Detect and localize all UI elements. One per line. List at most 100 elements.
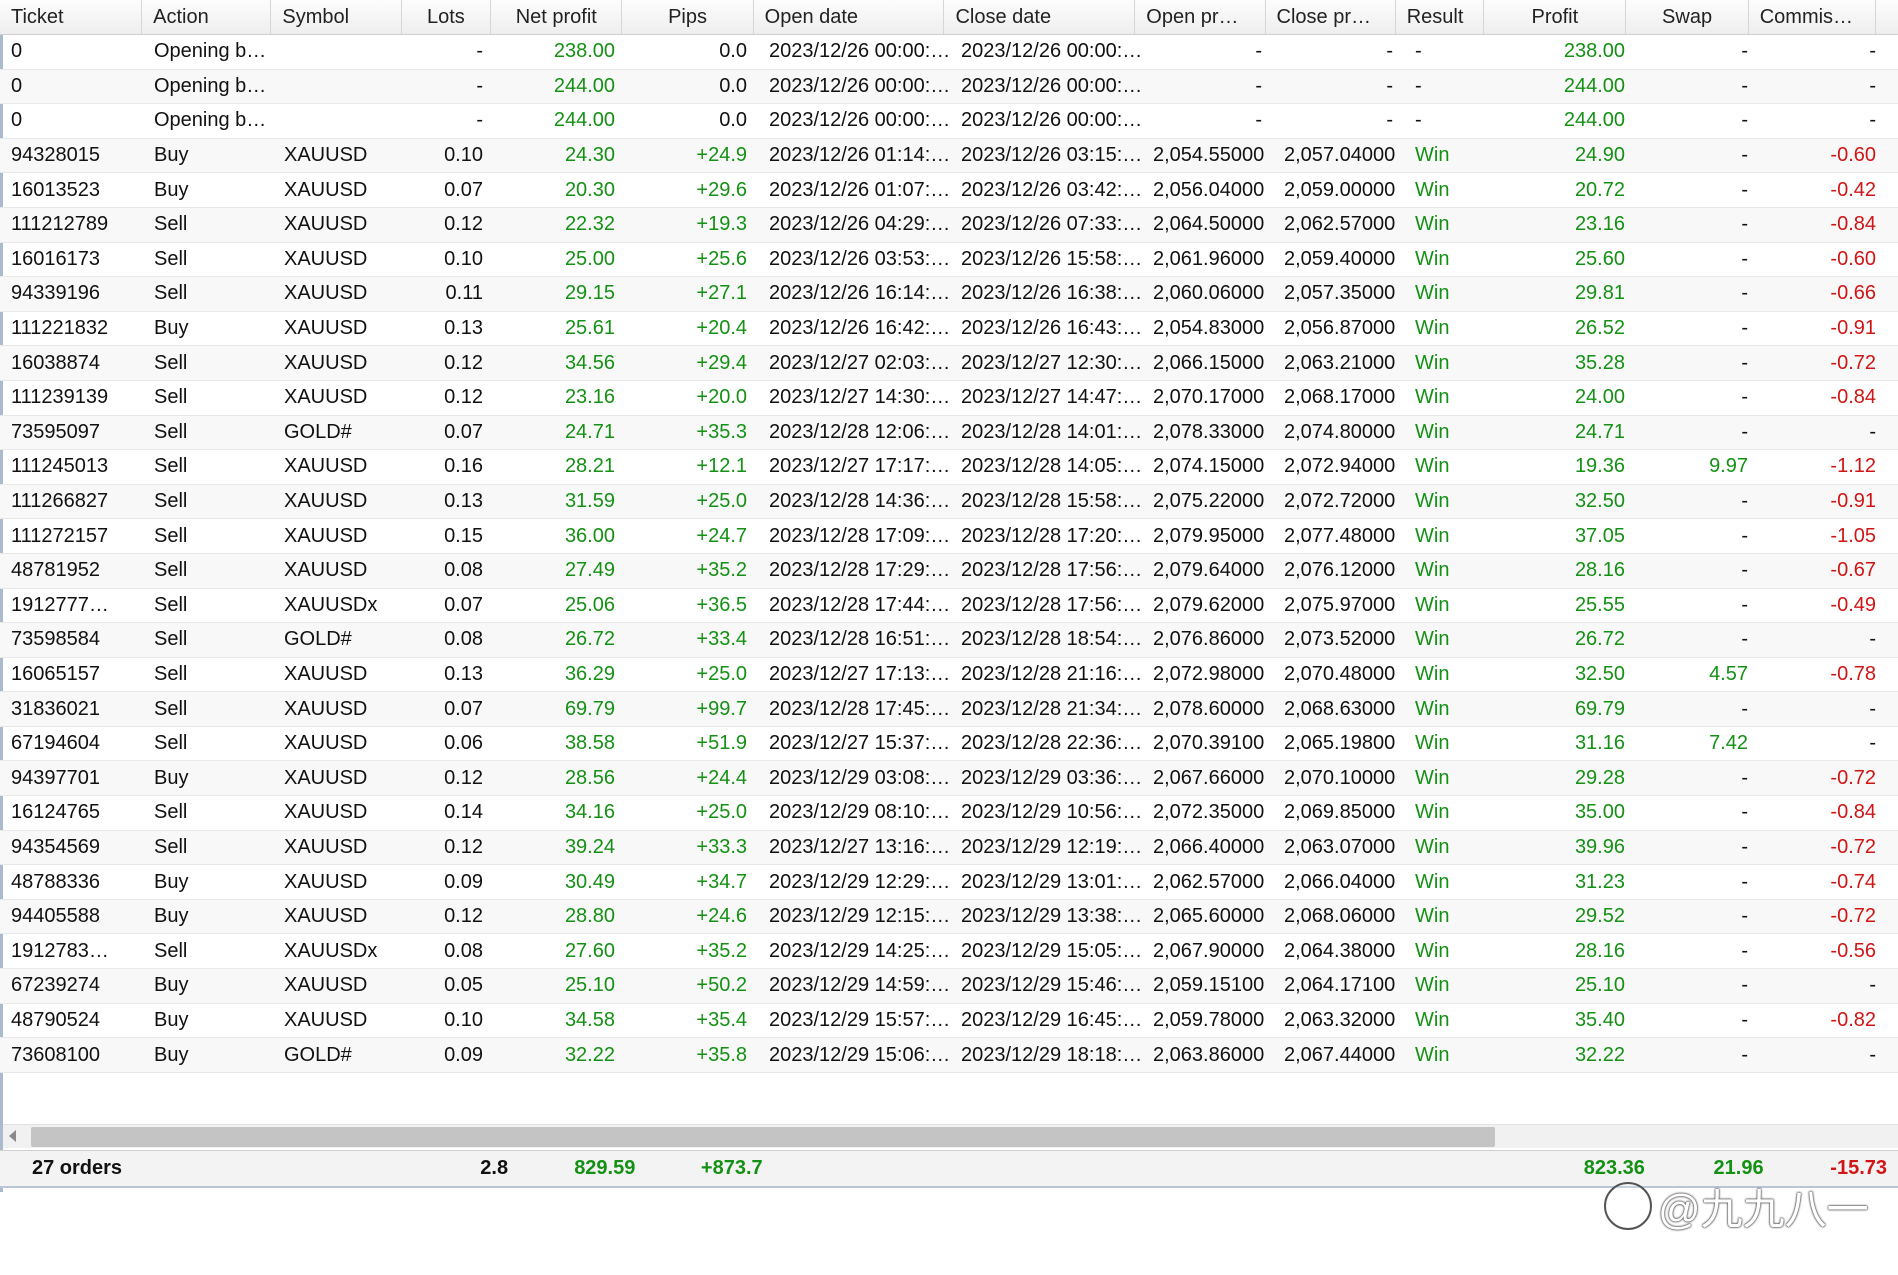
action-cell: Sell <box>154 247 188 270</box>
ticket-cell: 94328015 <box>11 144 100 167</box>
column-header-commission[interactable]: Commis… <box>1749 0 1876 34</box>
swap-cell: - <box>1741 282 1748 305</box>
commission-cell: - <box>1869 628 1876 651</box>
table-row[interactable]: 48781952 Sell XAUUSD 0.08 27.49 +35.2 2023/12/… <box>0 553 1898 589</box>
pips-cell: +33.4 <box>696 628 747 651</box>
table-row[interactable]: 67239274 Buy XAUUSD 0.05 25.10 +50.2 2023/12/2… <box>0 969 1898 1004</box>
table-row[interactable]: 48790524 Buy XAUUSD 0.10 34.58 +35.4 2023/12/2… <box>0 1004 1898 1039</box>
zhihu-logo-icon: 知 <box>1604 1182 1652 1230</box>
swap-cell: - <box>1741 40 1748 63</box>
result-cell: Win <box>1415 317 1450 340</box>
profit-cell: 25.60 <box>1574 247 1625 270</box>
commission-cell: -0.84 <box>1830 801 1876 824</box>
result-cell: Win <box>1415 351 1450 374</box>
ticket-cell: 1912783… <box>11 939 109 962</box>
table-row[interactable]: 111272157 Sell XAUUSD 0.15 36.00 +24.7 2023/12… <box>0 519 1898 554</box>
open-date-cell: 2023/12/29 15:57:… <box>769 1008 950 1031</box>
close-price-cell: 2,074.80000 <box>1284 420 1396 443</box>
close-date-cell: 2023/12/26 16:43:… <box>961 317 1142 340</box>
pips-cell: +50.2 <box>696 974 747 997</box>
symbol-cell: XAUUSD <box>284 317 368 340</box>
column-header-close-date[interactable]: Close date <box>944 0 1136 34</box>
open-price-cell: 2,065.60000 <box>1153 905 1265 928</box>
scroll-left-arrow-icon[interactable] <box>9 1130 16 1142</box>
profit-cell: 238.00 <box>1563 40 1625 63</box>
table-row[interactable]: 73595097 Sell GOLD# 0.07 24.71 +35.3 2023/12/2… <box>0 415 1898 451</box>
table-row[interactable]: 0 Opening b… - 244.00 0.0 2023/12/26 00:00:… 2… <box>0 104 1898 139</box>
column-header-ticket[interactable]: Ticket <box>0 0 143 34</box>
commission-cell: -0.66 <box>1830 282 1876 305</box>
net-profit-cell: 39.24 <box>564 835 615 858</box>
column-header-profit[interactable]: Profit <box>1484 0 1627 34</box>
table-row[interactable]: 1912777… Sell XAUUSDx 0.07 25.06 +36.5 2023/12… <box>0 589 1898 624</box>
commission-cell: -0.72 <box>1830 835 1876 858</box>
action-cell: Buy <box>154 974 189 997</box>
table-row[interactable]: 111239139 Sell XAUUSD 0.12 23.16 +20.0 2023/12… <box>0 381 1898 416</box>
net-profit-cell: 38.58 <box>564 732 615 755</box>
table-row[interactable]: 0 Opening b… - 244.00 0.0 2023/12/26 00:00:… 2… <box>0 69 1898 105</box>
lots-cell: 0.16 <box>444 455 483 478</box>
column-header-lots[interactable]: Lots <box>402 0 492 34</box>
swap-cell: - <box>1741 247 1748 270</box>
table-row[interactable]: 16013523 Buy XAUUSD 0.07 20.30 +29.6 2023/12/2… <box>0 173 1898 208</box>
table-row[interactable]: 111266827 Sell XAUUSD 0.13 31.59 +25.0 2023/12… <box>0 484 1898 520</box>
column-header-pips[interactable]: Pips <box>622 0 754 34</box>
close-date-cell: 2023/12/28 18:54:… <box>961 628 1142 651</box>
table-row[interactable]: 111245013 Sell XAUUSD 0.16 28.21 +12.1 2023/12… <box>0 450 1898 485</box>
symbol-cell: XAUUSD <box>284 386 368 409</box>
action-cell: Buy <box>154 144 189 167</box>
ticket-cell: 0 <box>11 40 23 63</box>
close-date-cell: 2023/12/27 12:30:… <box>961 351 1142 374</box>
table-row[interactable]: 16038874 Sell XAUUSD 0.12 34.56 +29.4 2023/12/… <box>0 346 1898 381</box>
table-row[interactable]: 73608100 Buy GOLD# 0.09 32.22 +35.8 2023/12/29… <box>0 1038 1898 1073</box>
result-cell: - <box>1415 109 1422 132</box>
open-date-cell: 2023/12/29 03:08:… <box>769 766 950 789</box>
close-date-cell: 2023/12/29 15:05:… <box>961 939 1142 962</box>
table-row[interactable]: 94328015 Buy XAUUSD 0.10 24.30 +24.9 2023/12/2… <box>0 138 1898 174</box>
table-row[interactable]: 94405588 Buy XAUUSD 0.12 28.80 +24.6 2023/12/2… <box>0 899 1898 935</box>
open-date-cell: 2023/12/29 12:29:… <box>769 870 950 893</box>
table-row[interactable]: 48788336 Buy XAUUSD 0.09 30.49 +34.7 2023/12/2… <box>0 865 1898 900</box>
table-row[interactable]: 1912783… Sell XAUUSDx 0.08 27.60 +35.2 2023/12… <box>0 934 1898 970</box>
table-row[interactable]: 111221832 Buy XAUUSD 0.13 25.61 +20.4 2023/12/… <box>0 312 1898 347</box>
column-header-result[interactable]: Result <box>1396 0 1485 34</box>
open-price-cell: - <box>1255 74 1262 97</box>
pips-cell: +24.7 <box>696 524 747 547</box>
close-date-cell: 2023/12/26 00:00:… <box>961 40 1142 63</box>
table-row[interactable]: 67194604 Sell XAUUSD 0.06 38.58 +51.9 2023/12/… <box>0 727 1898 762</box>
result-cell: Win <box>1415 247 1450 270</box>
column-header-symbol[interactable]: Symbol <box>271 0 402 34</box>
column-header-swap[interactable]: Swap <box>1626 0 1749 34</box>
table-row[interactable]: 94397701 Buy XAUUSD 0.12 28.56 +24.4 2023/12/2… <box>0 761 1898 797</box>
column-header-close-price[interactable]: Close pr… <box>1266 0 1396 34</box>
column-header-open-date[interactable]: Open date <box>754 0 945 34</box>
lots-cell: - <box>476 109 483 132</box>
column-header-action[interactable]: Action <box>142 0 272 34</box>
close-date-cell: 2023/12/26 15:58:… <box>961 247 1142 270</box>
table-row[interactable]: 16124765 Sell XAUUSD 0.14 34.16 +25.0 2023/12/… <box>0 796 1898 831</box>
open-date-cell: 2023/12/28 12:06:… <box>769 420 950 443</box>
column-header-net-profit[interactable]: Net profit <box>491 0 623 34</box>
scroll-thumb[interactable] <box>31 1127 1495 1147</box>
table-row[interactable]: 111212789 Sell XAUUSD 0.12 22.32 +19.3 2023/12… <box>0 207 1898 243</box>
pips-cell: +34.7 <box>696 870 747 893</box>
close-date-cell: 2023/12/28 17:56:… <box>961 593 1142 616</box>
profit-cell: 244.00 <box>1563 109 1625 132</box>
table-row[interactable]: 0 Opening b… - 238.00 0.0 2023/12/26 00:00:… 2… <box>0 35 1898 70</box>
table-row[interactable]: 94354569 Sell XAUUSD 0.12 39.24 +33.3 2023/12/… <box>0 830 1898 866</box>
table-row[interactable]: 16065157 Sell XAUUSD 0.13 36.29 +25.0 2023/12/… <box>0 658 1898 693</box>
table-row[interactable]: 16016173 Sell XAUUSD 0.10 25.00 +25.6 2023/12/… <box>0 243 1898 278</box>
horizontal-scrollbar[interactable] <box>3 1124 1898 1148</box>
result-cell: Win <box>1415 732 1450 755</box>
commission-cell: -1.12 <box>1830 455 1876 478</box>
column-header-open-price[interactable]: Open pr… <box>1135 0 1266 34</box>
close-date-cell: 2023/12/29 15:46:… <box>961 974 1142 997</box>
close-date-cell: 2023/12/27 14:47:… <box>961 386 1142 409</box>
lots-cell: - <box>476 74 483 97</box>
table-row[interactable]: 73598584 Sell GOLD# 0.08 26.72 +33.4 2023/12/2… <box>0 623 1898 658</box>
net-profit-cell: 244.00 <box>553 74 615 97</box>
action-cell: Buy <box>154 317 189 340</box>
table-row[interactable]: 31836021 Sell XAUUSD 0.07 69.79 +99.7 2023/12/… <box>0 692 1898 727</box>
open-date-cell: 2023/12/28 17:44:… <box>769 593 950 616</box>
table-row[interactable]: 94339196 Sell XAUUSD 0.11 29.15 +27.1 2023/12/… <box>0 277 1898 312</box>
